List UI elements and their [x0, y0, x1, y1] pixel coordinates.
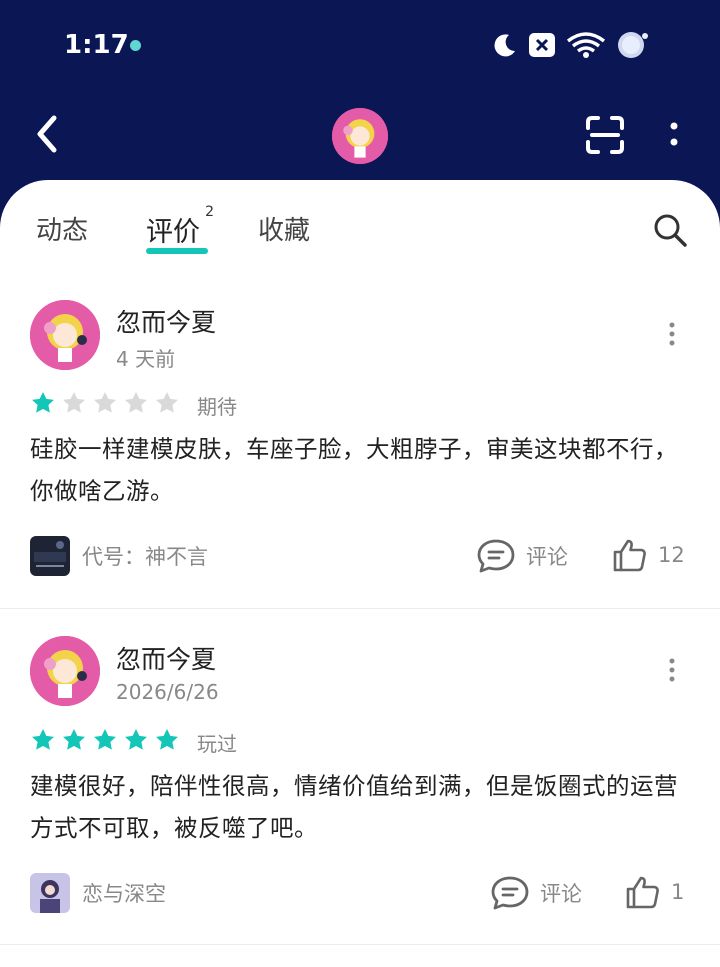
more-vertical-icon [669, 322, 675, 346]
like-button[interactable]: 1 [625, 874, 684, 910]
rating-stars: 玩过 [30, 727, 237, 757]
review-author[interactable]: 忽而今夏 [116, 640, 216, 676]
wifi-icon [566, 31, 606, 59]
search-icon [654, 214, 687, 247]
comment-button[interactable]: 评论 [490, 875, 582, 911]
star-icon [154, 390, 180, 420]
active-tab-indicator [146, 248, 208, 254]
avatar[interactable] [30, 300, 100, 370]
tab-favorites[interactable]: 收藏 [258, 210, 310, 247]
star-icon [30, 390, 56, 420]
game-link[interactable]: 恋与深空 [30, 873, 166, 913]
comment-icon [491, 876, 529, 910]
review-date: 4 天前 [116, 347, 176, 371]
tab-label: 收藏 [258, 216, 311, 246]
game-icon [30, 536, 70, 576]
status-time: 1:17 [64, 30, 129, 60]
star-icon [61, 727, 87, 757]
comment-icon [477, 539, 515, 573]
comment-label: 评论 [526, 545, 568, 569]
back-button[interactable] [30, 112, 66, 156]
profile-avatar[interactable] [332, 108, 388, 164]
battery-icon [616, 30, 650, 60]
game-icon [30, 873, 70, 913]
review-more-button[interactable] [660, 316, 684, 352]
search-button[interactable] [652, 212, 688, 248]
like-button[interactable]: 12 [612, 537, 685, 573]
status-bar: 1:17 [0, 0, 720, 95]
tab-label: 评价 [146, 217, 201, 248]
review-author[interactable]: 忽而今夏 [116, 303, 216, 339]
avatar-image [30, 636, 100, 706]
star-icon [30, 727, 56, 757]
star-icon [92, 390, 118, 420]
like-count: 12 [658, 543, 685, 567]
thumbs-up-icon [626, 876, 659, 909]
review-content[interactable]: 硅胶一样建模皮肤，车座子脸，大粗脖子，审美这块都不行，你做啥乙游。 [30, 428, 695, 512]
more-options-button[interactable] [660, 112, 688, 156]
star-icon [123, 727, 149, 757]
status-icons [492, 30, 650, 60]
tab-dynamics[interactable]: 动态 [36, 210, 88, 247]
notification-dot-icon [130, 40, 141, 51]
game-name: 恋与深空 [82, 882, 166, 906]
comment-button[interactable]: 评论 [476, 538, 568, 574]
divider [0, 944, 720, 945]
review-date: 2026/6/26 [116, 680, 219, 704]
star-icon [61, 390, 87, 420]
star-icon [92, 727, 118, 757]
review-more-button[interactable] [660, 652, 684, 688]
tab-reviews[interactable]: 评价 2 [146, 204, 214, 249]
scan-icon [586, 116, 624, 154]
review-content[interactable]: 建模很好，陪伴性很高，情绪价值给到满，但是饭圈式的运营方式不可取，被反噬了吧。 [30, 765, 695, 849]
avatar-image [30, 300, 100, 370]
avatar-image [332, 108, 388, 164]
avatar[interactable] [30, 636, 100, 706]
dnd-box-icon [528, 32, 556, 58]
star-icon [154, 727, 180, 757]
divider [0, 608, 720, 609]
like-count: 1 [671, 880, 685, 904]
play-status: 期待 [197, 394, 237, 419]
scan-button[interactable] [584, 114, 626, 156]
tab-badge: 2 [205, 204, 215, 220]
moon-icon [492, 32, 518, 58]
tab-label: 动态 [36, 216, 89, 246]
play-status: 玩过 [197, 731, 237, 756]
game-link[interactable]: 代号：神不言 [30, 536, 208, 576]
rating-stars: 期待 [30, 390, 237, 420]
comment-label: 评论 [540, 882, 582, 906]
star-icon [123, 390, 149, 420]
back-arrow-icon [37, 115, 57, 153]
thumbs-up-icon [613, 539, 646, 572]
more-vertical-icon [669, 658, 675, 682]
more-vertical-icon [670, 122, 678, 146]
game-name: 代号：神不言 [82, 545, 208, 569]
